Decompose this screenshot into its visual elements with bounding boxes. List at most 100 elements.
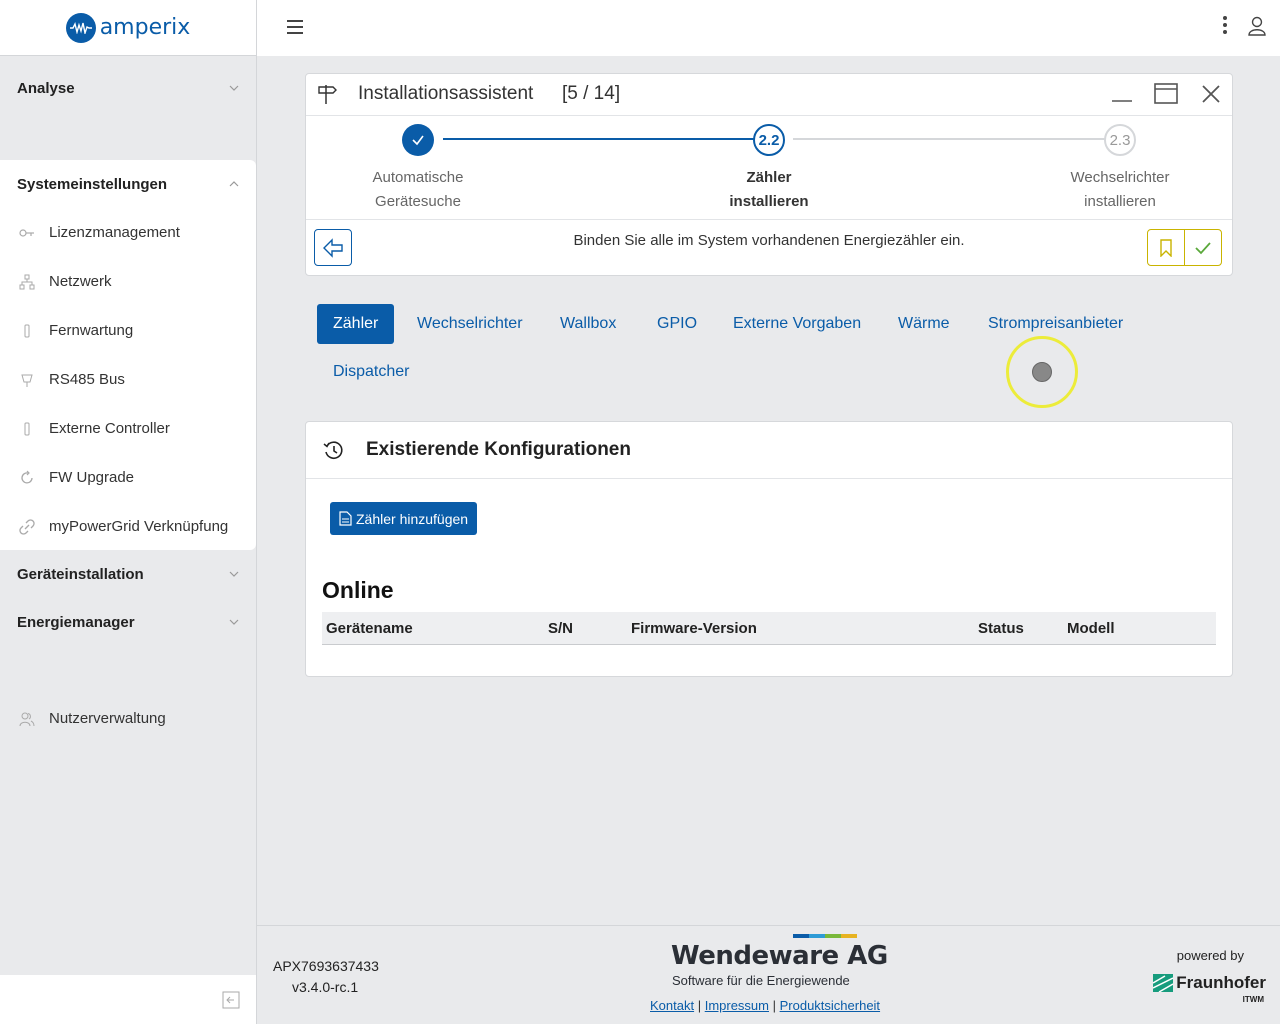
wizard-action-group xyxy=(1147,229,1222,266)
chevron-down-icon xyxy=(229,619,239,625)
column-header-firmware[interactable]: Firmware-Version xyxy=(631,620,757,637)
step-1-indicator xyxy=(402,124,434,156)
systemeinstellungen-panel: Systemeinstellungen Lizenzmanagement Net… xyxy=(0,160,256,550)
wizard-stepper: Automatische Gerätesuche 2.2 Zähler instal… xyxy=(306,116,1232,220)
sidebar-section-energiemanager[interactable]: Energiemanager xyxy=(0,598,256,646)
step-2-indicator: 2.2 xyxy=(753,124,785,156)
sidebar-item-label: Fernwartung xyxy=(49,322,134,339)
step-connector-done xyxy=(443,138,755,140)
column-header-modell[interactable]: Modell xyxy=(1067,620,1115,637)
top-bar xyxy=(257,0,1280,56)
network-icon xyxy=(19,274,35,290)
link-impressum[interactable]: Impressum xyxy=(705,998,769,1013)
column-header-status[interactable]: Status xyxy=(978,620,1024,637)
column-header-geraetename[interactable]: Gerätename xyxy=(326,620,413,637)
sidebar-section-analyse[interactable]: Analyse xyxy=(0,64,256,112)
sidebar-item-nutzerverwaltung[interactable]: Nutzerverwaltung xyxy=(0,694,256,743)
more-options-icon[interactable] xyxy=(1220,16,1230,38)
card-header: Existierende Konfigurationen xyxy=(306,422,1232,479)
users-icon xyxy=(19,711,35,727)
tab-wechselrichter[interactable]: Wechselrichter xyxy=(401,304,539,344)
sidebar-item-label: Nutzerverwaltung xyxy=(49,710,166,727)
wizard-footer: Binden Sie alle im System vorhandenen En… xyxy=(306,220,1232,275)
fraunhofer-logo: Fraunhofer xyxy=(1153,973,1266,993)
sidebar-item-mypowergrid[interactable]: myPowerGrid Verknüpfung xyxy=(0,502,256,551)
link-icon xyxy=(19,518,35,535)
section-label: Systemeinstellungen xyxy=(17,175,168,193)
link-kontakt[interactable]: Kontakt xyxy=(650,998,694,1013)
partner-sub: ITWM xyxy=(1242,995,1264,1004)
add-meter-button[interactable]: Zähler hinzufügen xyxy=(330,502,478,535)
wizard-title: Installationsassistent xyxy=(358,83,534,104)
sidebar-item-fernwartung[interactable]: Fernwartung xyxy=(0,306,256,355)
sidebar-item-label: Externe Controller xyxy=(49,420,170,437)
sidebar-item-label: Lizenzmanagement xyxy=(49,224,180,241)
minimize-icon[interactable] xyxy=(1110,82,1134,106)
chevron-down-icon xyxy=(229,85,239,91)
brand-logo[interactable]: amperix xyxy=(0,0,256,56)
maximize-icon[interactable] xyxy=(1154,82,1178,106)
section-label: Analyse xyxy=(17,79,75,97)
sidebar: amperix Analyse Systemeinstellungen Lize… xyxy=(0,0,257,1024)
device-serial: APX7693637433 xyxy=(273,958,379,974)
online-heading: Online xyxy=(322,577,394,603)
plug-icon xyxy=(19,421,35,437)
company-tagline: Software für die Energiewende xyxy=(672,973,850,988)
bookmark-button[interactable] xyxy=(1148,230,1185,265)
step-3-label: Wechselrichter installieren xyxy=(1070,169,1170,210)
tab-dispatcher[interactable]: Dispatcher xyxy=(317,352,425,392)
bookmark-icon xyxy=(1160,238,1172,257)
sidebar-item-externe-controller[interactable]: Externe Controller xyxy=(0,404,256,453)
step-3-indicator: 2.3 xyxy=(1104,124,1136,156)
user-icon[interactable] xyxy=(1248,16,1266,36)
tab-externe-vorgaben[interactable]: Externe Vorgaben xyxy=(717,304,877,344)
sidebar-item-netzwerk[interactable]: Netzwerk xyxy=(0,257,256,306)
plug-icon xyxy=(19,323,35,339)
chevron-up-icon xyxy=(229,181,239,187)
sidebar-item-label: Netzwerk xyxy=(49,273,112,290)
sidebar-section-geraeteinstallation[interactable]: Geräteinstallation xyxy=(0,550,256,598)
brand-name: amperix xyxy=(99,15,191,40)
sidebar-item-fw-upgrade[interactable]: FW Upgrade xyxy=(0,453,256,502)
document-icon xyxy=(339,511,352,526)
page-footer: APX7693637433 v3.4.0-rc.1 Wendeware AG S… xyxy=(257,925,1280,1024)
wizard-header: Installationsassistent [5 / 14] xyxy=(306,74,1232,116)
sidebar-item-label: RS485 Bus xyxy=(49,371,125,388)
chevron-down-icon xyxy=(229,571,239,577)
step-2-label: Zähler installieren xyxy=(729,169,809,210)
connector-icon xyxy=(19,372,35,388)
sidebar-item-label: myPowerGrid Verknüpfung xyxy=(49,518,229,535)
wendeware-color-bars xyxy=(793,934,857,938)
sidebar-item-lizenzmanagement[interactable]: Lizenzmanagement xyxy=(0,208,256,257)
logo-wave-icon xyxy=(65,12,96,43)
tab-gpio[interactable]: GPIO xyxy=(641,304,713,344)
menu-icon[interactable] xyxy=(287,20,303,34)
sidebar-footer xyxy=(0,975,256,1024)
step-1-label: Automatische Gerätesuche xyxy=(372,169,464,210)
footer-links: Kontakt | Impressum | Produktsicherheit xyxy=(650,998,881,1013)
collapse-sidebar-icon[interactable] xyxy=(222,991,240,1009)
sidebar-item-rs485[interactable]: RS485 Bus xyxy=(0,355,256,404)
confirm-button[interactable] xyxy=(1185,230,1222,265)
powered-by-label: powered by xyxy=(1176,948,1244,963)
checkmark-icon xyxy=(1195,241,1211,254)
add-meter-label: Zähler hinzufügen xyxy=(356,510,469,527)
close-icon[interactable] xyxy=(1199,82,1223,106)
tab-wallbox[interactable]: Wallbox xyxy=(544,304,632,344)
column-header-sn[interactable]: S/N xyxy=(548,620,573,637)
link-produktsicherheit[interactable]: Produktsicherheit xyxy=(780,998,880,1013)
company-name: Wendeware AG xyxy=(671,941,888,971)
tab-waerme[interactable]: Wärme xyxy=(882,304,966,344)
tab-zaehler[interactable]: Zähler xyxy=(317,304,395,344)
history-icon xyxy=(323,441,343,459)
fraunhofer-mark-icon xyxy=(1153,974,1174,992)
existing-configurations-card: Existierende Konfigurationen Zähler hinz… xyxy=(305,421,1233,677)
software-version: v3.4.0-rc.1 xyxy=(292,979,359,995)
wizard-message: Binden Sie alle im System vorhandenen En… xyxy=(573,232,965,249)
sidebar-section-systemeinstellungen[interactable]: Systemeinstellungen xyxy=(0,160,256,208)
table-header: Gerätename S/N Firmware-Version Status M… xyxy=(322,612,1216,645)
checkmark-icon xyxy=(412,135,424,146)
card-title: Existierende Konfigurationen xyxy=(366,439,631,460)
installation-wizard: Installationsassistent [5 / 14] Automati… xyxy=(305,73,1233,276)
cursor-dot xyxy=(1032,362,1052,382)
